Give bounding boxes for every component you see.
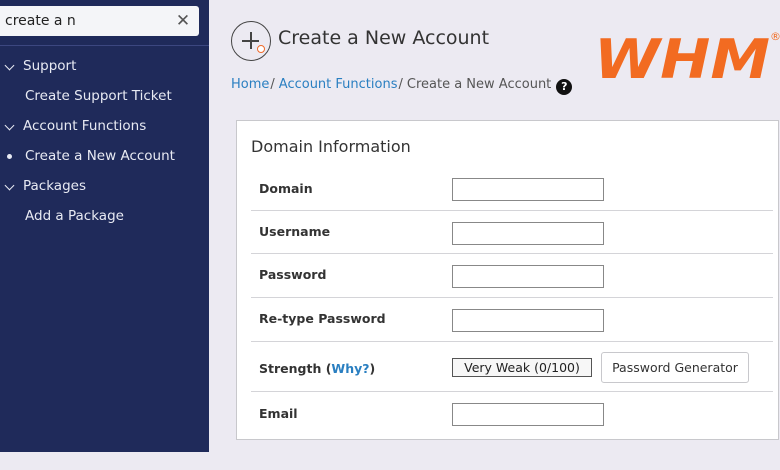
password-label: Password xyxy=(259,267,327,282)
sidebar-item-add-a-package[interactable]: Add a Package xyxy=(0,202,209,232)
strength-label: Strength (Why?) xyxy=(259,361,375,376)
email-label: Email xyxy=(259,406,298,421)
sidebar-item-label: Account Functions xyxy=(23,118,147,134)
sidebar-divider xyxy=(0,45,209,46)
domain-field[interactable] xyxy=(452,178,604,201)
chevron-down-icon xyxy=(4,180,15,191)
sidebar-category-packages[interactable]: Packages xyxy=(0,172,209,202)
search-input[interactable] xyxy=(5,10,165,32)
bullet-icon xyxy=(7,154,12,159)
password-strength-meter: Very Weak (0/100) xyxy=(452,358,592,377)
email-field[interactable] xyxy=(452,403,604,426)
why-link[interactable]: Why? xyxy=(331,361,369,376)
username-label: Username xyxy=(259,224,331,239)
section-title: Domain Information xyxy=(251,137,411,156)
chevron-down-icon xyxy=(4,60,15,71)
breadcrumb-home[interactable]: Home xyxy=(231,77,269,92)
strength-paren-close: ) xyxy=(369,361,376,376)
password-generator-button[interactable]: Password Generator xyxy=(601,352,749,383)
sidebar-item-label: Support xyxy=(23,58,77,74)
breadcrumb: Home/Account Functions/Create a New Acco… xyxy=(231,76,573,95)
sidebar-item-label: Add a Package xyxy=(25,208,124,224)
breadcrumb-current: Create a New Account xyxy=(406,77,552,92)
sidebar-category-account-functions[interactable]: Account Functions xyxy=(0,112,209,142)
sidebar-item-label: Create a New Account xyxy=(25,148,175,164)
strength-label-text: Strength xyxy=(259,361,322,376)
retype-password-label: Re-type Password xyxy=(259,311,386,326)
registered-mark: ® xyxy=(770,30,780,43)
sidebar-item-label: Packages xyxy=(23,178,86,194)
question-circle-icon[interactable]: ? xyxy=(556,79,573,95)
sidebar-menu: Support Create Support Ticket Account Fu… xyxy=(0,52,209,232)
sidebar-item-create-support-ticket[interactable]: Create Support Ticket xyxy=(0,82,209,112)
password-field[interactable] xyxy=(452,265,604,288)
close-icon[interactable]: ✕ xyxy=(175,11,191,31)
whm-logo-text: WHM xyxy=(594,28,770,90)
username-field[interactable] xyxy=(452,222,604,245)
form-row-domain: Domain xyxy=(251,166,773,211)
form-row-email: Email xyxy=(251,392,773,436)
form-row-retype-password: Re-type Password xyxy=(251,298,773,342)
add-account-icon xyxy=(231,21,271,61)
domain-information-panel: Domain Information Domain Username Passw… xyxy=(236,120,779,440)
form-row-password: Password xyxy=(251,254,773,298)
retype-password-field[interactable] xyxy=(452,309,604,332)
sidebar-item-label: Create Support Ticket xyxy=(25,88,172,104)
form-row-strength: Strength (Why?) Very Weak (0/100) Passwo… xyxy=(251,342,773,392)
chevron-down-icon xyxy=(4,120,15,131)
form-row-username: Username xyxy=(251,211,773,254)
sidebar-category-support[interactable]: Support xyxy=(0,52,209,82)
page-title: Create a New Account xyxy=(278,27,490,49)
domain-label: Domain xyxy=(259,181,313,196)
sidebar: ✕ Support Create Support Ticket Account … xyxy=(0,0,209,452)
user-icon xyxy=(257,45,265,53)
breadcrumb-separator: / xyxy=(270,77,275,92)
whm-logo: WHM ® xyxy=(594,28,780,90)
breadcrumb-account-functions[interactable]: Account Functions xyxy=(279,77,398,92)
breadcrumb-separator: / xyxy=(398,77,403,92)
plus-icon-horizontal xyxy=(242,40,259,42)
sidebar-search: ✕ xyxy=(0,6,199,36)
sidebar-item-create-a-new-account[interactable]: Create a New Account xyxy=(0,142,209,172)
